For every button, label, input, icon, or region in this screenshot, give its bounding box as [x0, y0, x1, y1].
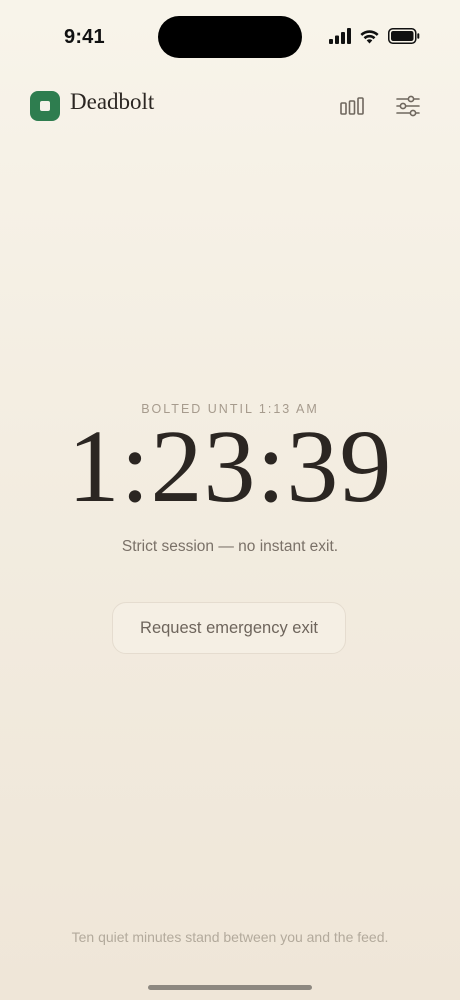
wifi-icon	[360, 30, 379, 44]
countdown-timer: 1:23:39	[67, 409, 393, 524]
status-time: 9:41	[64, 26, 105, 48]
app-title: Deadbolt	[70, 89, 155, 114]
footer-note: Ten quiet minutes stand between you and …	[71, 929, 389, 945]
dynamic-island	[158, 16, 302, 58]
session-note: Strict session — no instant exit.	[121, 538, 339, 555]
sliders-icon	[396, 95, 420, 117]
settings-button[interactable]	[394, 93, 422, 119]
stats-button[interactable]	[338, 93, 366, 119]
emergency-exit-button[interactable]: Request emergency exit	[112, 602, 346, 654]
battery-icon	[388, 28, 420, 44]
app-logo	[30, 91, 60, 121]
status-icons	[329, 28, 420, 44]
bar-chart-icon	[340, 97, 364, 115]
logo-square-icon	[40, 101, 50, 111]
cellular-signal-icon	[329, 28, 351, 44]
home-indicator[interactable]	[148, 985, 312, 990]
